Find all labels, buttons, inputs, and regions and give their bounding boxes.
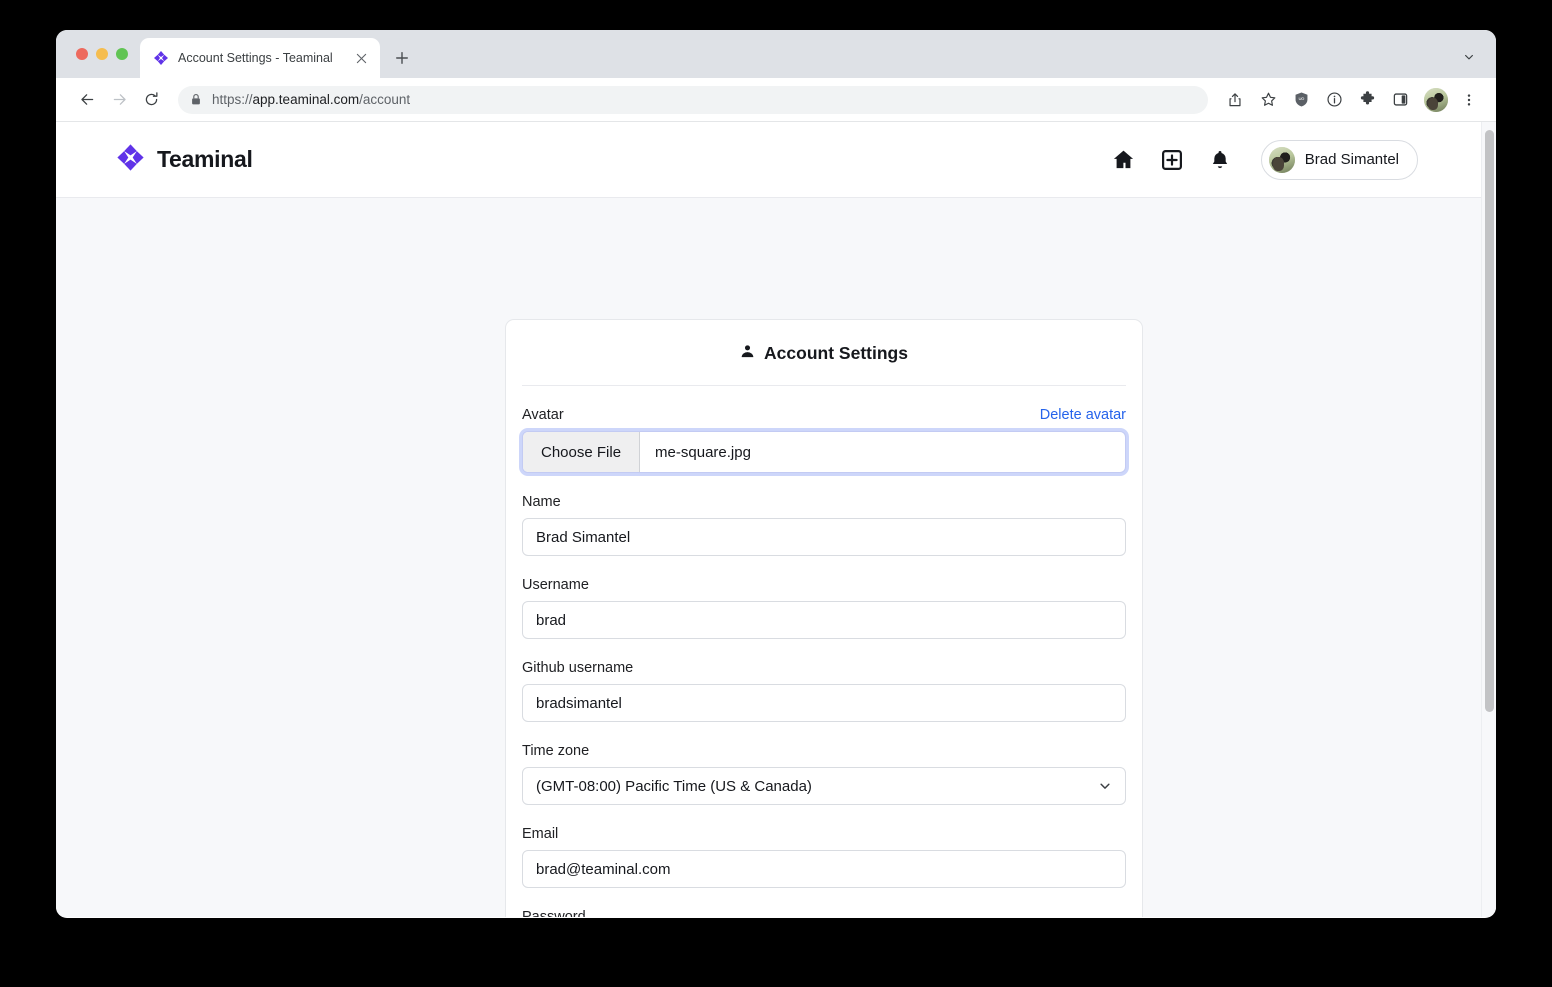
close-tab-button[interactable] — [352, 49, 370, 67]
home-icon[interactable] — [1111, 147, 1137, 173]
share-icon[interactable] — [1221, 86, 1249, 114]
name-label-row: Name — [522, 494, 1126, 510]
avatar-label-row: Avatar Delete avatar — [522, 407, 1126, 423]
svg-text:ᵁᴼ: ᵁᴼ — [1298, 97, 1304, 104]
browser-profile-avatar[interactable] — [1424, 88, 1448, 112]
close-window-button[interactable] — [76, 48, 88, 60]
email-field-block: Email brad@teaminal.com — [522, 826, 1126, 888]
page-scrollbar[interactable] — [1481, 122, 1496, 917]
delete-avatar-link[interactable]: Delete avatar — [1040, 407, 1126, 423]
browser-tab[interactable]: Account Settings - Teaminal — [140, 38, 380, 78]
plus-square-icon[interactable] — [1159, 147, 1185, 173]
settings-form: Avatar Delete avatar Choose File me-squa… — [506, 407, 1142, 917]
header-actions: Brad Simantel — [1111, 140, 1418, 180]
page-scrollbar-thumb[interactable] — [1485, 130, 1494, 712]
minimize-window-button[interactable] — [96, 48, 108, 60]
browser-window: Account Settings - Teaminal — [56, 30, 1496, 918]
avatar-field-block: Avatar Delete avatar Choose File me-squa… — [522, 407, 1126, 473]
timezone-field-block: Time zone (GMT-08:00) Pacific Time (US &… — [522, 743, 1126, 805]
name-label: Name — [522, 494, 561, 510]
account-settings-card: Account Settings Avatar Delete avatar Ch… — [505, 319, 1143, 917]
app-header: Teaminal — [56, 122, 1496, 198]
forward-button[interactable] — [104, 85, 134, 115]
url-path: /account — [359, 92, 410, 107]
github-username-label: Github username — [522, 660, 633, 676]
github-username-label-row: Github username — [522, 660, 1126, 676]
timezone-label: Time zone — [522, 743, 589, 759]
github-username-input[interactable]: bradsimantel — [522, 684, 1126, 722]
avatar — [1269, 147, 1295, 173]
browser-menu-button[interactable] — [1456, 87, 1482, 113]
github-username-field-block: Github username bradsimantel — [522, 660, 1126, 722]
password-label: Password — [522, 909, 586, 917]
timezone-select[interactable]: (GMT-08:00) Pacific Time (US & Canada) — [522, 767, 1126, 805]
username-input[interactable]: brad — [522, 601, 1126, 639]
page-title: Account Settings — [764, 343, 908, 364]
email-input[interactable]: brad@teaminal.com — [522, 850, 1126, 888]
bookmark-star-icon[interactable] — [1254, 86, 1282, 114]
name-input[interactable]: Brad Simantel — [522, 518, 1126, 556]
username-field-block: Username brad — [522, 577, 1126, 639]
card-title-row: Account Settings — [522, 320, 1126, 386]
timezone-label-row: Time zone — [522, 743, 1126, 759]
avatar-label: Avatar — [522, 407, 564, 423]
email-label-row: Email — [522, 826, 1126, 842]
teaminal-logo-icon — [153, 50, 169, 66]
new-tab-button[interactable] — [388, 44, 416, 72]
reload-button[interactable] — [136, 85, 166, 115]
address-bar[interactable]: https://app.teaminal.com/account — [178, 86, 1208, 114]
browser-tab-title: Account Settings - Teaminal — [178, 51, 343, 65]
ublock-shield-icon[interactable]: ᵁᴼ — [1287, 86, 1315, 114]
url-host: app.teaminal.com — [253, 92, 360, 107]
choose-file-button[interactable]: Choose File — [523, 432, 640, 472]
bell-icon[interactable] — [1207, 147, 1233, 173]
name-field-block: Name Brad Simantel — [522, 494, 1126, 556]
password-label-row: Password — [522, 909, 1126, 917]
browser-toolbar: https://app.teaminal.com/account ᵁᴼ — [56, 78, 1496, 122]
side-panel-icon[interactable] — [1386, 86, 1414, 114]
password-field-block: Password Picard-Epsilon-7-9-3 — [522, 909, 1126, 917]
selected-file-name: me-square.jpg — [640, 432, 1125, 472]
address-bar-url: https://app.teaminal.com/account — [212, 92, 410, 107]
maximize-window-button[interactable] — [116, 48, 128, 60]
avatar-file-input[interactable]: Choose File me-square.jpg — [522, 431, 1126, 473]
brand-name: Teaminal — [157, 146, 253, 173]
page-viewport: Teaminal — [56, 122, 1496, 917]
teaminal-logo-icon — [116, 143, 145, 177]
email-label: Email — [522, 826, 558, 842]
user-menu-button[interactable]: Brad Simantel — [1261, 140, 1418, 180]
info-circle-icon[interactable] — [1320, 86, 1348, 114]
brand-logo[interactable]: Teaminal — [116, 143, 253, 177]
username-label-row: Username — [522, 577, 1126, 593]
browser-tab-strip: Account Settings - Teaminal — [56, 30, 1496, 78]
username-label: Username — [522, 577, 589, 593]
extensions-puzzle-icon[interactable] — [1353, 86, 1381, 114]
back-button[interactable] — [72, 85, 102, 115]
lock-icon — [190, 93, 202, 106]
person-icon — [740, 344, 755, 364]
timezone-selected-value: (GMT-08:00) Pacific Time (US & Canada) — [536, 778, 812, 795]
window-traffic-lights — [56, 30, 140, 78]
chevron-down-icon[interactable] — [1456, 44, 1482, 70]
url-protocol: https:// — [212, 92, 253, 107]
user-name: Brad Simantel — [1305, 151, 1399, 168]
chevron-down-icon — [1098, 779, 1112, 793]
